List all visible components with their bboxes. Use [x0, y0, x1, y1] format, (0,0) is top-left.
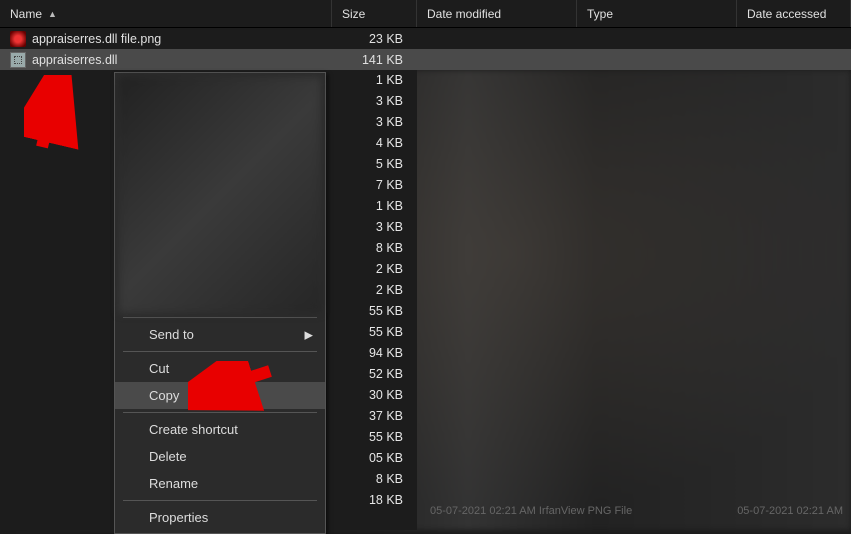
header-name-label: Name [10, 7, 42, 21]
status-footer: 05-07-2021 02:21 AM IrfanView PNG File 0… [430, 505, 843, 517]
context-menu: Send to ▶ Cut Copy Create shortcut Delete… [114, 72, 326, 534]
footer-right: 05-07-2021 02:21 AM [737, 505, 843, 517]
sort-asc-icon: ▲ [48, 9, 57, 19]
footer-left: 05-07-2021 02:21 AM IrfanView PNG File [430, 505, 632, 517]
file-row[interactable]: appraiserres.dll 141 KB [0, 49, 851, 70]
file-name: appraiserres.dll file.png [32, 32, 161, 46]
menu-separator [123, 500, 317, 501]
header-accessed[interactable]: Date accessed [737, 0, 851, 27]
header-size[interactable]: Size [332, 0, 417, 27]
file-size: 55 KB [332, 322, 417, 343]
annotation-arrow-icon [24, 75, 94, 155]
file-size: 05 KB [332, 448, 417, 469]
column-headers: Name ▲ Size Date modified Type Date acces… [0, 0, 851, 28]
file-size: 8 KB [332, 238, 417, 259]
file-size: 55 KB [332, 427, 417, 448]
menu-separator [123, 317, 317, 318]
file-size: 3 KB [332, 217, 417, 238]
file-size: 141 KB [332, 53, 417, 67]
menu-rename-label: Rename [149, 476, 198, 491]
header-accessed-label: Date accessed [747, 7, 826, 21]
file-size: 23 KB [332, 32, 417, 46]
menu-cut-label: Cut [149, 361, 169, 376]
menu-create-shortcut-label: Create shortcut [149, 422, 238, 437]
dll-file-icon [10, 52, 26, 68]
file-size: 3 KB [332, 112, 417, 133]
file-size: 7 KB [332, 175, 417, 196]
file-size: 5 KB [332, 154, 417, 175]
menu-create-shortcut[interactable]: Create shortcut [115, 416, 325, 443]
menu-delete-label: Delete [149, 449, 187, 464]
file-size: 2 KB [332, 280, 417, 301]
menu-properties[interactable]: Properties [115, 504, 325, 531]
size-column-values: 1 KB3 KB3 KB4 KB5 KB7 KB1 KB3 KB8 KB2 KB… [332, 70, 417, 511]
menu-rename[interactable]: Rename [115, 470, 325, 497]
file-size: 2 KB [332, 259, 417, 280]
file-size: 1 KB [332, 70, 417, 91]
file-name: appraiserres.dll [32, 53, 117, 67]
annotation-arrow-icon [188, 361, 278, 411]
context-menu-upper-blur [119, 77, 321, 313]
menu-separator [123, 412, 317, 413]
file-size: 94 KB [332, 343, 417, 364]
file-row[interactable]: appraiserres.dll file.png 23 KB [0, 28, 851, 49]
file-size: 4 KB [332, 133, 417, 154]
file-size: 3 KB [332, 91, 417, 112]
file-size: 30 KB [332, 385, 417, 406]
menu-send-to[interactable]: Send to ▶ [115, 321, 325, 348]
header-date[interactable]: Date modified [417, 0, 577, 27]
chevron-right-icon: ▶ [305, 328, 313, 341]
header-size-label: Size [342, 7, 365, 21]
menu-send-to-label: Send to [149, 327, 194, 342]
menu-properties-label: Properties [149, 510, 208, 525]
menu-separator [123, 351, 317, 352]
file-size: 18 KB [332, 490, 417, 511]
header-name[interactable]: Name ▲ [0, 0, 332, 27]
file-size: 55 KB [332, 301, 417, 322]
file-size: 1 KB [332, 196, 417, 217]
menu-copy-label: Copy [149, 388, 179, 403]
header-type-label: Type [587, 7, 613, 21]
file-size: 8 KB [332, 469, 417, 490]
menu-delete[interactable]: Delete [115, 443, 325, 470]
header-date-label: Date modified [427, 7, 501, 21]
file-explorer: Name ▲ Size Date modified Type Date acces… [0, 0, 851, 521]
file-size: 52 KB [332, 364, 417, 385]
file-size: 37 KB [332, 406, 417, 427]
png-file-icon [10, 31, 26, 47]
header-type[interactable]: Type [577, 0, 737, 27]
